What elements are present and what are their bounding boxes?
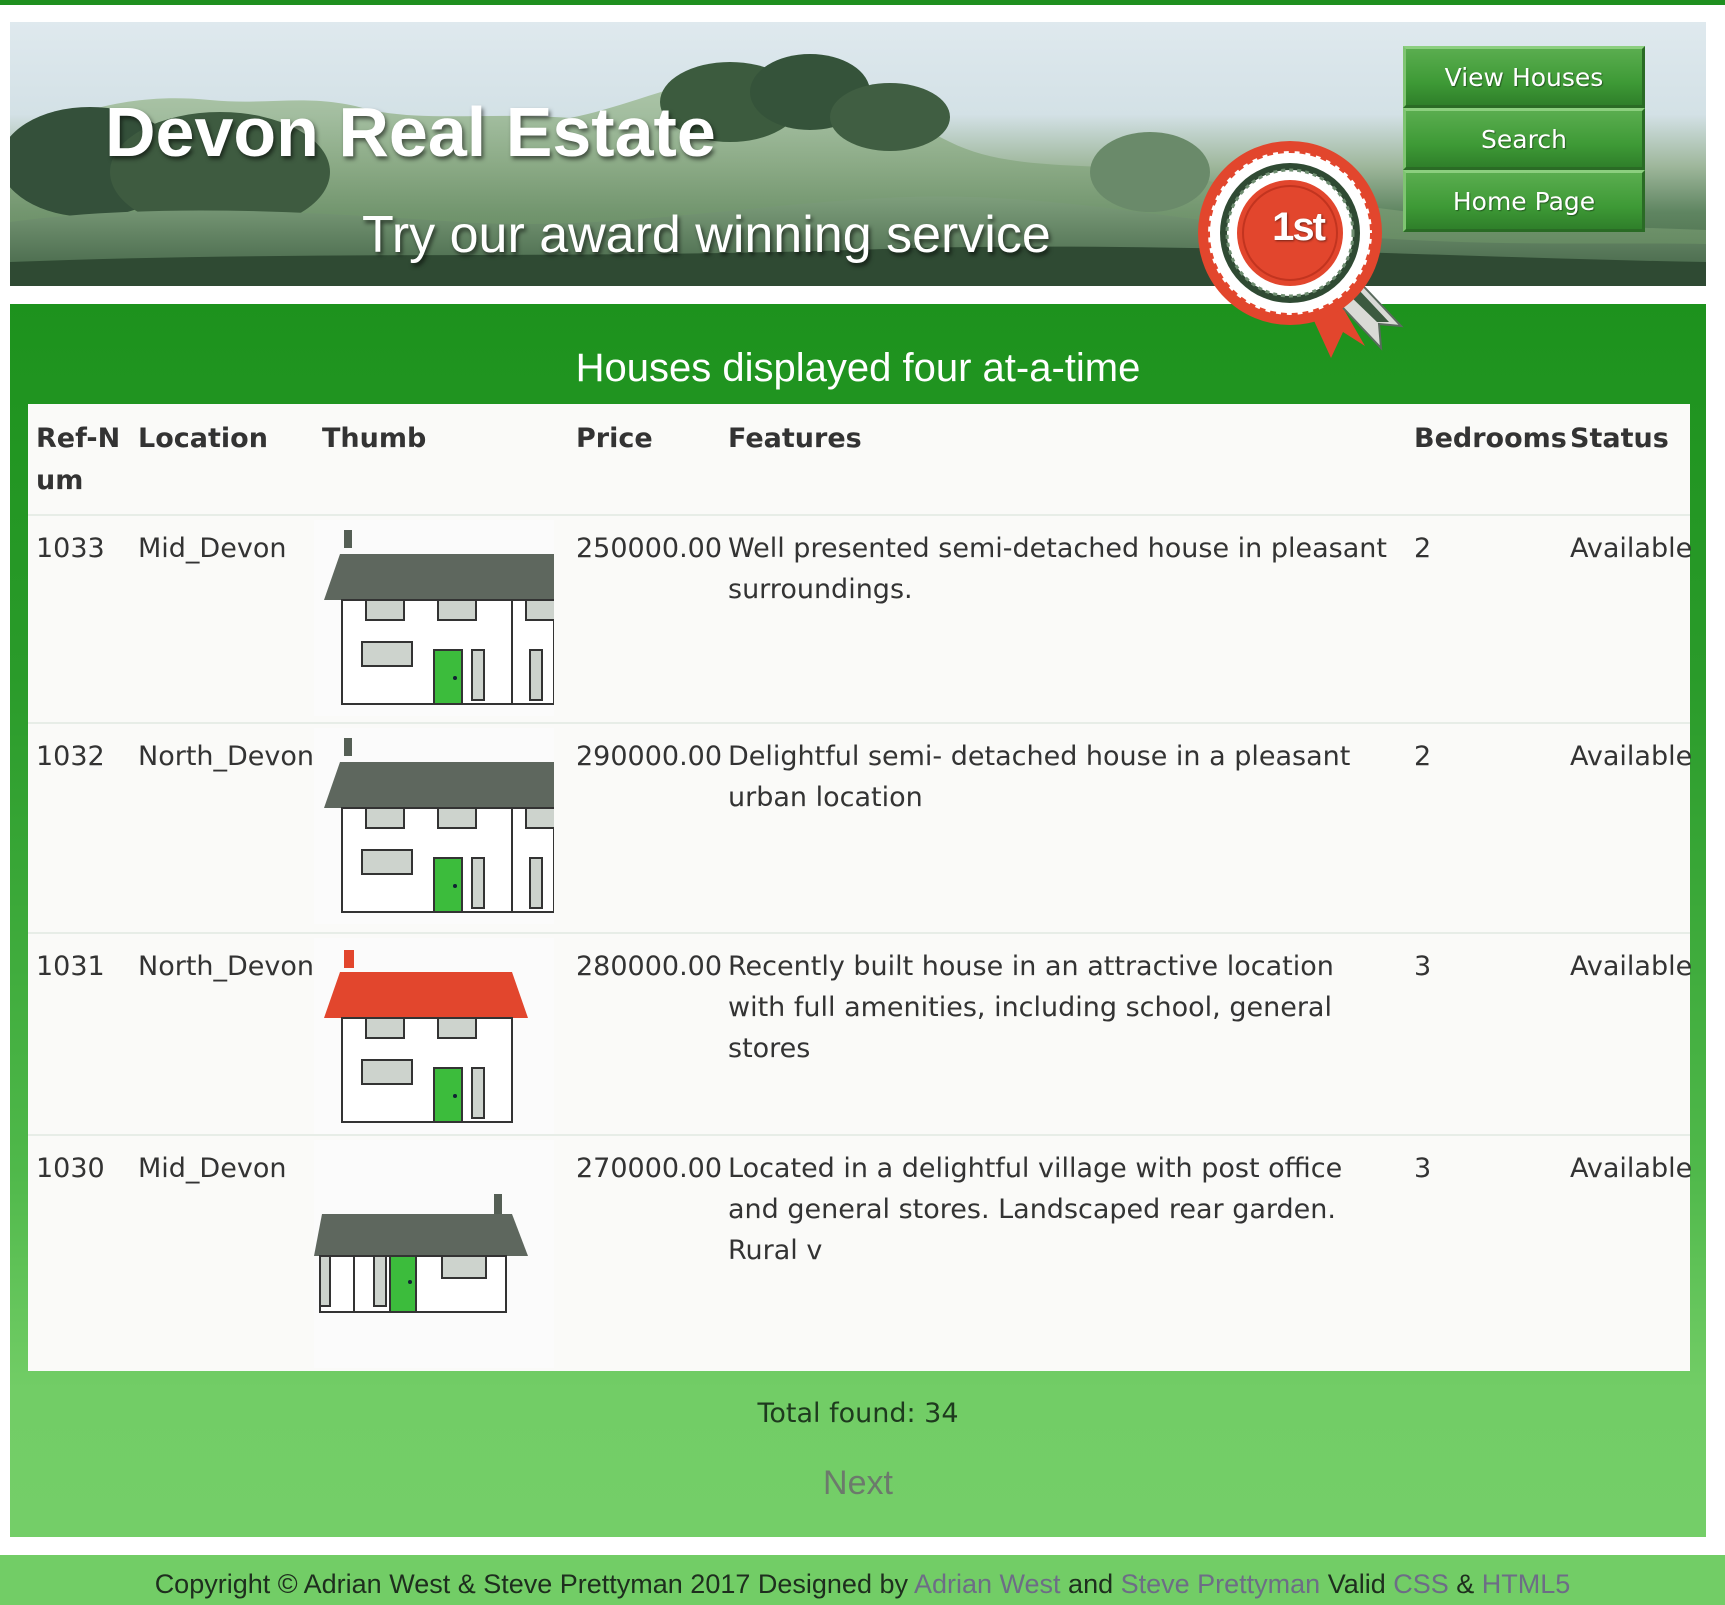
houses-table: Ref-Num Location Thumb Price Features Be… xyxy=(28,404,1692,1379)
top-border xyxy=(0,0,1725,5)
cell-ref-num: 1031 xyxy=(28,932,130,1135)
footer: Copyright © Adrian West & Steve Prettyma… xyxy=(0,1555,1725,1605)
cell-ref-num: 1033 xyxy=(28,514,130,723)
cell-thumb xyxy=(314,1134,568,1379)
house-grey-roof-icon xyxy=(324,738,554,913)
tagline: Try our award winning service xyxy=(362,206,1051,264)
house-thumbnail[interactable] xyxy=(314,1140,554,1368)
footer-amp-text: & xyxy=(1448,1569,1482,1599)
house-thumbnail[interactable] xyxy=(314,938,554,1134)
cell-location: North_Devon xyxy=(130,722,314,933)
author-steve-prettyman-link[interactable]: Steve Prettyman xyxy=(1121,1569,1321,1599)
cell-thumb xyxy=(314,514,568,723)
column-header-thumb: Thumb xyxy=(322,423,427,454)
site-title: Devon Real Estate xyxy=(105,93,716,171)
author-adrian-west-link[interactable]: Adrian West xyxy=(914,1569,1061,1599)
table-header-row: Ref-Num Location Thumb Price Features Be… xyxy=(28,404,1690,515)
cell-features: Well presented semi-detached house in pl… xyxy=(720,514,1406,723)
page-heading: Houses displayed four at-a-time xyxy=(575,346,1141,390)
table-row: 1031 North_Devon 280000.00 Recently buil… xyxy=(28,932,1692,1135)
column-header-bedrooms: Bedrooms xyxy=(1414,423,1567,454)
cell-status: Available xyxy=(1562,932,1692,1135)
cell-bedrooms: 3 xyxy=(1406,1134,1562,1379)
cell-features: Located in a delightful village with pos… xyxy=(720,1134,1406,1379)
house-red-roof-icon xyxy=(324,950,528,1123)
column-header-location: Location xyxy=(138,423,268,454)
cell-location: North_Devon xyxy=(130,932,314,1135)
footer-and-text: and xyxy=(1060,1569,1121,1599)
rosette-text: 1st xyxy=(1272,205,1326,249)
award-rosette-icon xyxy=(1198,141,1404,358)
valid-css-link[interactable]: CSS xyxy=(1393,1569,1449,1599)
cell-location: Mid_Devon xyxy=(130,514,314,723)
total-found-text: Total found: 34 xyxy=(757,1398,959,1429)
main-content: Houses displayed four at-a-time Ref-Num … xyxy=(10,304,1706,1537)
footer-copyright: Copyright © Adrian West & Steve Prettyma… xyxy=(154,1569,914,1599)
cell-features: Recently built house in an attractive lo… xyxy=(720,932,1406,1135)
cell-status: Available xyxy=(1562,514,1692,723)
main-nav: View Houses Search Home Page xyxy=(1403,46,1645,232)
cell-bedrooms: 2 xyxy=(1406,722,1562,933)
valid-html5-link[interactable]: HTML5 xyxy=(1482,1569,1571,1599)
cell-price: 270000.00 xyxy=(568,1134,722,1379)
cell-status: Available xyxy=(1562,1134,1692,1379)
table-row: 1033 Mid_Devon 250000.00 Well presented … xyxy=(28,514,1692,723)
cell-bedrooms: 3 xyxy=(1406,932,1562,1135)
cell-location: Mid_Devon xyxy=(130,1134,314,1379)
bungalow-grey-roof-icon xyxy=(314,1140,534,1368)
next-page-link[interactable]: Next xyxy=(10,1464,1706,1503)
cell-thumb xyxy=(314,932,568,1135)
cell-ref-num: 1032 xyxy=(28,722,130,933)
table-row: 1030 Mid_Devon 270000.00 Located in a de… xyxy=(28,1134,1692,1379)
house-grey-roof-icon xyxy=(324,530,554,705)
cell-thumb xyxy=(314,722,568,933)
column-header-features: Features xyxy=(728,423,862,454)
column-header-ref-num: Ref-Num xyxy=(36,423,121,496)
column-header-status: Status xyxy=(1570,423,1669,454)
cell-price: 250000.00 xyxy=(568,514,722,723)
nav-home-page-button[interactable]: Home Page xyxy=(1403,170,1645,232)
cell-bedrooms: 2 xyxy=(1406,514,1562,723)
house-thumbnail[interactable] xyxy=(314,728,554,924)
cell-price: 280000.00 xyxy=(568,932,722,1135)
house-thumbnail[interactable] xyxy=(314,520,554,716)
houses-table-container: Ref-Num Location Thumb Price Features Be… xyxy=(28,404,1692,1379)
cell-price: 290000.00 xyxy=(568,722,722,933)
cell-ref-num: 1030 xyxy=(28,1134,130,1379)
nav-search-button[interactable]: Search xyxy=(1403,108,1645,170)
cell-status: Available xyxy=(1562,722,1692,933)
nav-view-houses-button[interactable]: View Houses xyxy=(1403,46,1645,108)
cell-features: Delightful semi- detached house in a ple… xyxy=(720,722,1406,933)
footer-valid-text: Valid xyxy=(1320,1569,1394,1599)
table-row: 1032 North_Devon 290000.00 Delightful se… xyxy=(28,722,1692,933)
column-header-price: Price xyxy=(576,423,653,454)
